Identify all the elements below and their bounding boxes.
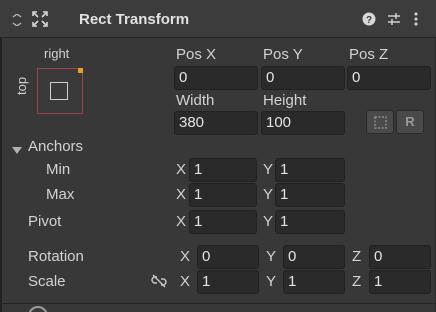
pivot-label: Pivot	[28, 213, 62, 230]
anchors-min-label: Min	[46, 161, 71, 178]
anchors-max-y-field[interactable]: 1	[275, 183, 345, 207]
pos-z-field[interactable]: 0	[347, 66, 431, 90]
width-label: Width	[176, 92, 215, 109]
preset-sliders-icon[interactable]	[387, 12, 401, 30]
rotation-label: Rotation	[28, 248, 84, 265]
pivot-y-label[interactable]: Y	[263, 213, 273, 231]
height-label: Height	[263, 92, 307, 109]
raw-edit-button[interactable]: R	[396, 110, 424, 134]
width-field[interactable]: 380	[174, 111, 258, 135]
rotation-z-field[interactable]: 0	[369, 245, 431, 269]
rotation-z-label[interactable]: Z	[352, 248, 361, 266]
component-divider	[0, 303, 436, 304]
scale-z-field[interactable]: 1	[369, 270, 431, 294]
pivot-x-field[interactable]: 1	[189, 210, 257, 234]
pos-y-label: Pos Y	[263, 46, 303, 63]
help-icon[interactable]: ?	[362, 12, 376, 30]
anchor-preset-rect	[50, 82, 68, 100]
blueprint-mode-button[interactable]	[366, 110, 394, 134]
pos-y-field[interactable]: 0	[261, 66, 345, 90]
anchors-label[interactable]: Anchors	[28, 138, 83, 156]
pos-x-label: Pos X	[176, 46, 217, 63]
rotation-x-label[interactable]: X	[180, 248, 190, 266]
scale-y-label[interactable]: Y	[266, 273, 276, 291]
anchors-max-label: Max	[46, 186, 75, 203]
anchors-max-x-label[interactable]: X	[176, 186, 186, 204]
rotation-y-field[interactable]: 0	[283, 245, 345, 269]
pivot-y-field[interactable]: 1	[275, 210, 345, 234]
component-title: Rect Transform	[79, 11, 190, 28]
anchor-preset-vertical-label: top	[14, 76, 29, 95]
anchors-max-x-field[interactable]: 1	[189, 183, 257, 207]
anchors-min-x-label[interactable]: X	[176, 161, 186, 179]
rotation-y-label[interactable]: Y	[266, 248, 276, 266]
raw-edit-label: R	[405, 114, 415, 129]
height-field[interactable]: 100	[261, 111, 345, 135]
rotation-x-field[interactable]: 0	[197, 245, 259, 269]
anchor-preset-marker	[78, 68, 83, 73]
svg-text:?: ?	[366, 15, 372, 26]
scale-label: Scale	[28, 273, 66, 290]
anchors-min-y-label[interactable]: Y	[263, 161, 273, 179]
scale-x-label[interactable]: X	[180, 273, 190, 291]
kebab-menu-icon[interactable]	[413, 12, 419, 30]
blueprint-mode-icon	[374, 116, 387, 133]
foldout-arrow-icon[interactable]	[12, 142, 22, 159]
drag-handle-icon[interactable]	[12, 13, 22, 30]
anchor-preset-button[interactable]	[37, 68, 83, 114]
anchor-preset-horizontal-label: right	[44, 46, 70, 61]
scale-y-field[interactable]: 1	[283, 270, 345, 294]
pos-x-field[interactable]: 0	[174, 66, 258, 90]
scale-x-field[interactable]: 1	[197, 270, 259, 294]
pos-z-label: Pos Z	[349, 46, 389, 63]
anchors-min-x-field[interactable]: 1	[189, 158, 257, 182]
anchors-min-y-field[interactable]: 1	[275, 158, 345, 182]
component-header[interactable]: Rect Transform ?	[0, 0, 436, 38]
move-arrows-icon	[32, 11, 48, 31]
unlink-scale-icon[interactable]	[151, 274, 167, 292]
left-gutter	[0, 38, 2, 312]
next-component-icon	[28, 306, 48, 312]
scale-z-label[interactable]: Z	[352, 273, 361, 291]
pivot-x-label[interactable]: X	[176, 213, 186, 231]
anchors-max-y-label[interactable]: Y	[263, 186, 273, 204]
